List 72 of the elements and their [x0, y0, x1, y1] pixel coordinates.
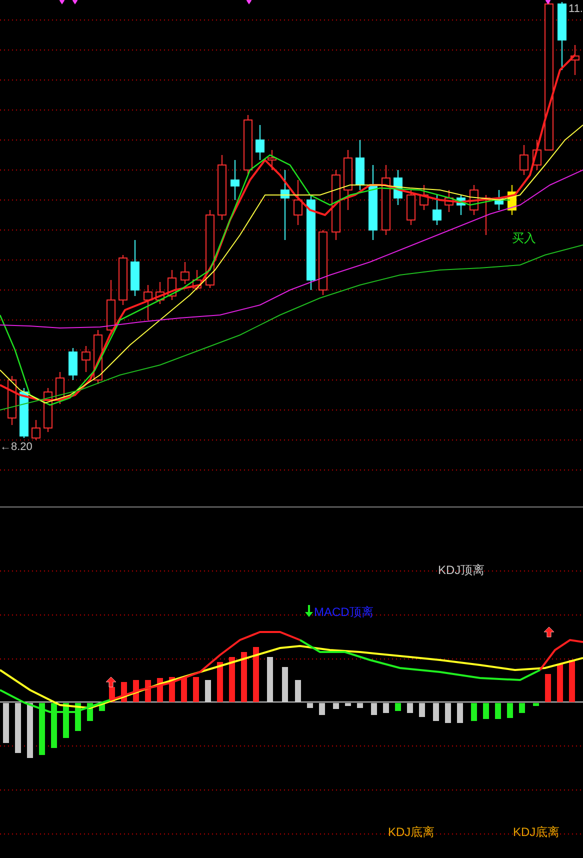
histogram-bar — [193, 677, 199, 702]
marker-icon — [59, 0, 65, 4]
candlestick — [532, 140, 542, 170]
candlestick — [318, 230, 328, 296]
buy-signal-label: 买入 — [512, 232, 536, 245]
histogram-bar — [533, 703, 539, 706]
candlestick — [570, 44, 580, 76]
candlestick — [394, 170, 402, 206]
histogram-bar — [181, 678, 187, 702]
candlestick — [356, 140, 364, 190]
candlestick — [68, 348, 78, 380]
candlestick — [280, 170, 290, 240]
candlestick — [20, 388, 28, 438]
histogram-bar — [253, 647, 259, 702]
histogram-bar — [471, 703, 477, 721]
histogram-bar — [229, 657, 235, 702]
histogram-bar — [569, 660, 575, 702]
candlestick — [406, 190, 416, 226]
signal-label: KDJ顶离 — [438, 563, 485, 577]
histogram-bar — [495, 703, 501, 719]
candlestick — [168, 270, 176, 300]
histogram-bar — [507, 703, 513, 718]
candlestick — [8, 376, 16, 426]
price-label: ←8.20 — [0, 441, 32, 454]
histogram-bar — [395, 703, 401, 711]
candlestick — [56, 372, 64, 404]
candlestick — [456, 194, 466, 216]
histogram-bar — [145, 680, 151, 702]
candlestick — [32, 420, 40, 440]
candlestick — [156, 282, 164, 304]
candlestick — [432, 194, 442, 226]
price-label: 11. — [568, 3, 583, 16]
histogram-bar — [39, 703, 45, 755]
candlestick — [508, 184, 516, 216]
candlestick — [180, 262, 190, 284]
candlestick — [144, 284, 152, 320]
histogram-bar — [519, 703, 525, 713]
down-arrow-icon — [305, 605, 313, 617]
candlestick — [294, 180, 302, 226]
histogram-bar — [51, 703, 57, 748]
candlestick — [244, 114, 252, 176]
candlestick — [344, 150, 352, 210]
candlestick — [520, 144, 528, 176]
candlestick — [192, 270, 202, 290]
histogram-bar — [557, 664, 563, 702]
signal-label: KDJ底离 — [513, 825, 560, 839]
signal-label: KDJ底离 — [388, 825, 435, 839]
candlestick — [230, 160, 240, 200]
candlestick — [130, 240, 140, 296]
marker-icon — [246, 0, 252, 4]
candlestick — [494, 190, 504, 210]
candlestick — [470, 184, 478, 216]
histogram-bar — [241, 652, 247, 702]
candlestick — [82, 346, 90, 372]
marker-icon — [72, 0, 78, 4]
candlestick — [332, 170, 340, 240]
candlestick — [420, 184, 428, 210]
candlestick — [444, 190, 454, 212]
up-arrow-icon — [544, 626, 554, 638]
candlestick — [558, 2, 566, 70]
histogram-bar — [545, 674, 551, 702]
marker-icon — [545, 0, 551, 4]
up-arrow-icon — [106, 676, 116, 688]
candlestick — [118, 254, 128, 306]
histogram-bar — [217, 662, 223, 702]
signal-label: MACD顶离 — [314, 605, 374, 619]
candlestick — [482, 194, 490, 236]
candlestick — [382, 164, 390, 236]
candlestick — [256, 124, 264, 160]
candlestick — [268, 150, 276, 170]
candlestick — [218, 154, 226, 220]
histogram-bar — [483, 703, 489, 719]
